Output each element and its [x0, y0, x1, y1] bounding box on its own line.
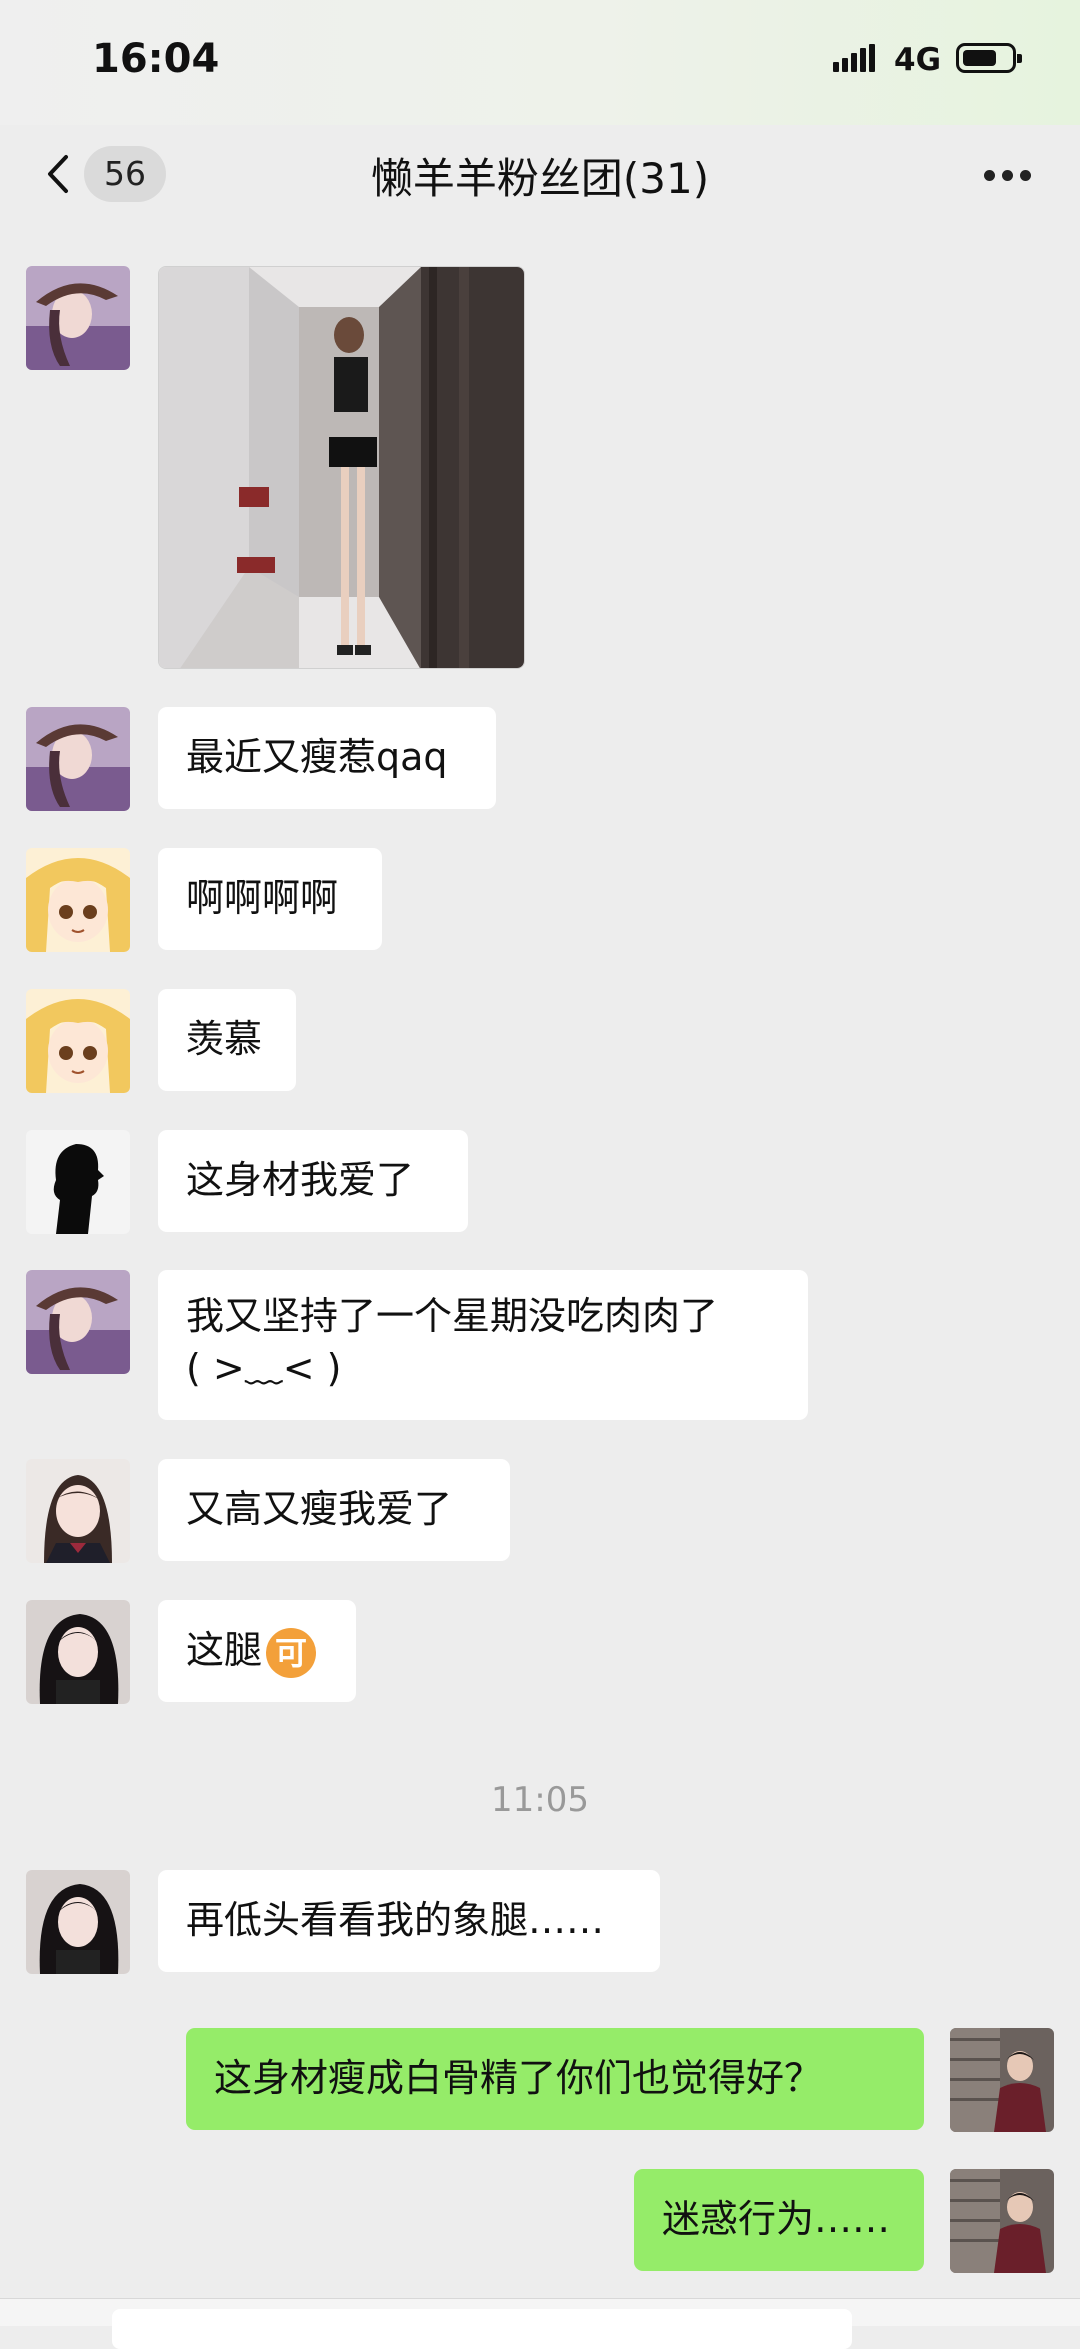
- emoji-ke-icon: 可: [266, 1627, 317, 1678]
- message-bubble[interactable]: 羡慕: [158, 989, 296, 1091]
- avatar[interactable]: [26, 1270, 130, 1374]
- shared-photo[interactable]: [158, 266, 525, 669]
- avatar[interactable]: [26, 1870, 130, 1974]
- battery-icon: [956, 43, 1022, 73]
- avatar[interactable]: [26, 848, 130, 952]
- message-line: ( >﹏< ): [186, 1346, 342, 1390]
- avatar[interactable]: [26, 1130, 130, 1234]
- chat-header: 56 懒羊羊粉丝团(31): [0, 125, 1080, 225]
- message-bubble[interactable]: 啊啊啊啊: [158, 848, 382, 950]
- message-bubble[interactable]: 我又坚持了一个星期没吃肉肉了 ( >﹏< ): [158, 1270, 808, 1420]
- message-bubble[interactable]: 最近又瘦惹qaq: [158, 707, 496, 809]
- status-bar: 16:04 4G: [0, 0, 1080, 125]
- avatar[interactable]: [26, 266, 130, 370]
- time-divider: 11:05: [491, 1780, 589, 1820]
- signal-icon: [833, 44, 877, 72]
- message-bubble-self[interactable]: 这身材瘦成白骨精了你们也觉得好？: [186, 2028, 924, 2130]
- message-line: 我又坚持了一个星期没吃肉肉了: [186, 1294, 719, 1338]
- message-input[interactable]: [112, 2309, 852, 2349]
- avatar[interactable]: [26, 707, 130, 811]
- message-bubble[interactable]: 这腿可: [158, 1600, 356, 1702]
- message-bubble-self[interactable]: 迷惑行为……: [634, 2169, 924, 2271]
- message-text: 这腿: [186, 1628, 263, 1672]
- more-options-icon[interactable]: [984, 170, 1032, 182]
- avatar-self[interactable]: [950, 2169, 1054, 2273]
- message-bubble[interactable]: 又高又瘦我爱了: [158, 1459, 510, 1561]
- message-bubble[interactable]: 再低头看看我的象腿……: [158, 1870, 660, 1972]
- network-type: 4G: [894, 42, 942, 78]
- chat-title: 懒羊羊粉丝团(31): [370, 154, 710, 203]
- input-bar: [0, 2298, 1080, 2349]
- message-bubble[interactable]: 这身材我爱了: [158, 1130, 468, 1232]
- status-time: 16:04: [92, 36, 220, 82]
- avatar-self[interactable]: [950, 2028, 1054, 2132]
- avatar[interactable]: [26, 1459, 130, 1563]
- avatar[interactable]: [26, 989, 130, 1093]
- avatar[interactable]: [26, 1600, 130, 1704]
